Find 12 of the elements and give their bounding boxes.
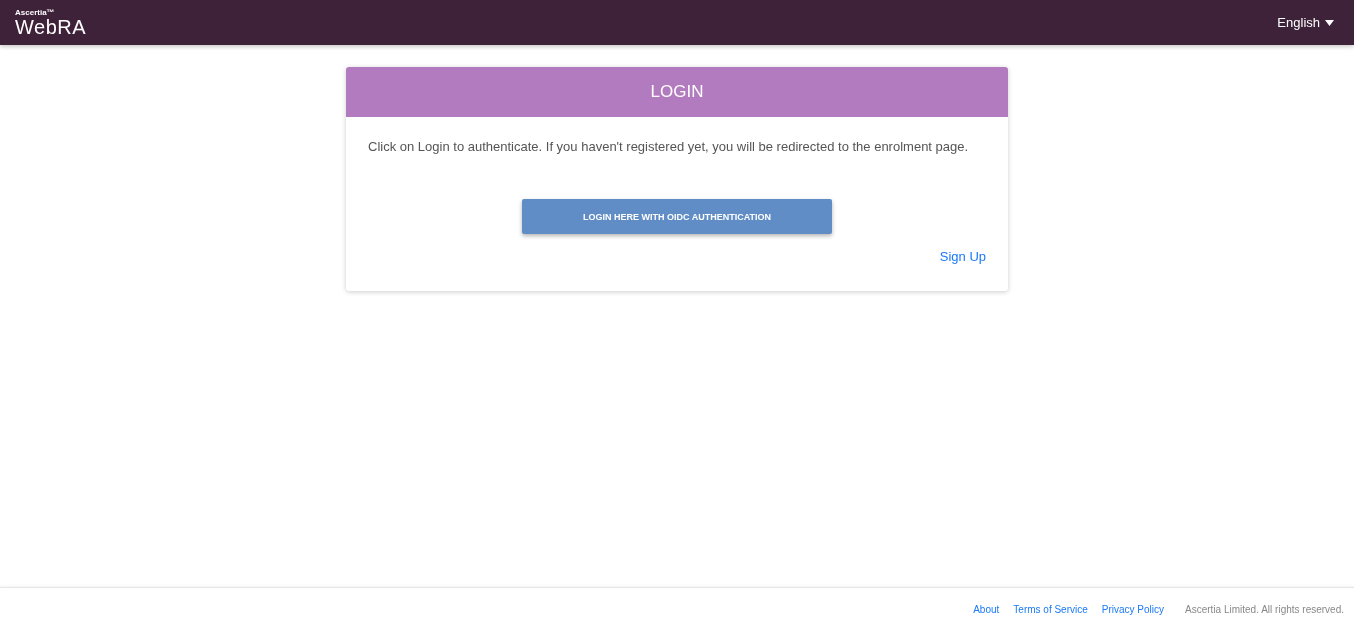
logo-tagline: Ascertia™ (15, 8, 56, 17)
oidc-login-button[interactable]: LOGIN HERE WITH OIDC AUTHENTICATION (522, 199, 832, 234)
footer-link[interactable]: Privacy Policy (1101, 604, 1165, 615)
copyright-text: Ascertia Limited. All rights reserved. (1185, 604, 1344, 615)
caret-icon (1325, 19, 1334, 26)
language-dropdown[interactable]: English (1277, 15, 1334, 30)
footer-link[interactable]: About (973, 604, 1000, 615)
card-title: LOGIN (346, 67, 1008, 117)
footer-link[interactable]: Terms of Service (1013, 604, 1088, 615)
login-instructions: Click on Login to authenticate. If you haven't registered yet, you will be redirected to the enrolment page. (368, 139, 970, 154)
logo-text: WebRA (15, 16, 87, 37)
sign-up-link[interactable]: Sign Up (939, 249, 986, 264)
